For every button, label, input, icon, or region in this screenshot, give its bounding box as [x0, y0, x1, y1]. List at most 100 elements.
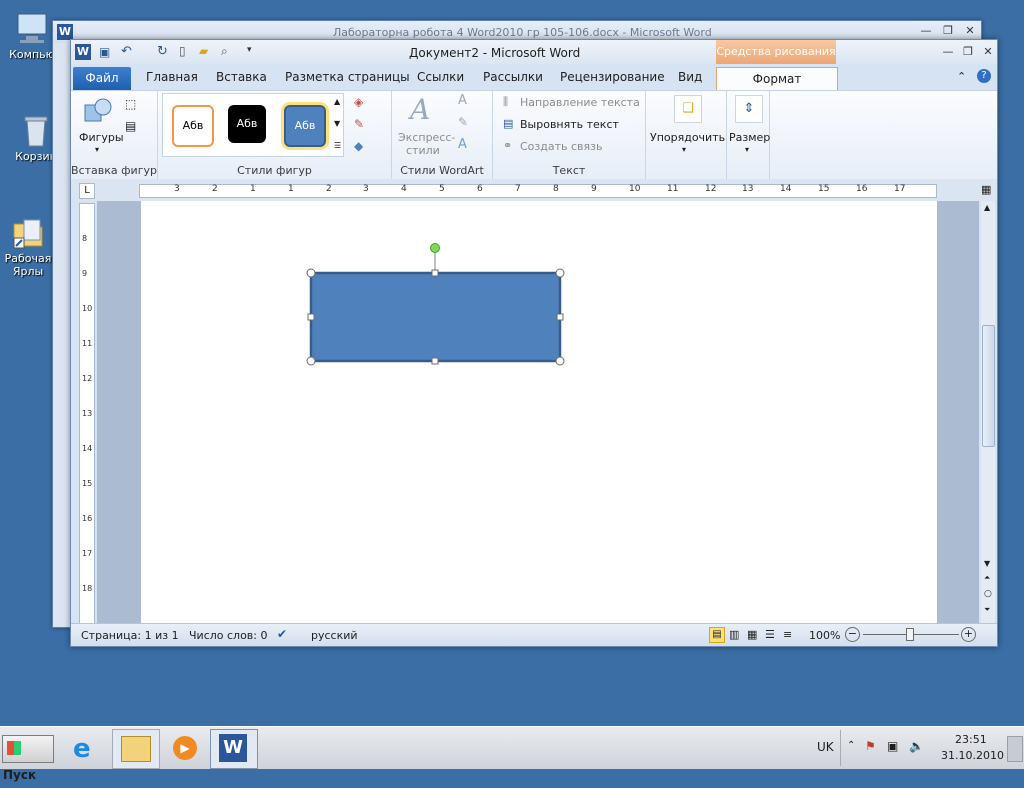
open-folder-icon[interactable]: ▰: [199, 44, 208, 58]
rectangle-shape[interactable]: [309, 271, 562, 363]
gallery-scroll-down-icon[interactable]: ▼: [334, 119, 340, 128]
minimize-button[interactable]: —: [915, 23, 937, 39]
text-direction-button[interactable]: Направление текста: [520, 96, 640, 109]
action-center-icon[interactable]: ⚑: [865, 739, 876, 753]
ruler-tick-label: 12: [82, 374, 93, 383]
tab-insert[interactable]: Вставка: [216, 70, 267, 84]
tab-view[interactable]: Вид: [678, 70, 702, 84]
print-layout-view-icon[interactable]: ▤: [709, 627, 725, 643]
shape-style-blue-selected[interactable]: Абв: [284, 105, 326, 147]
word-window[interactable]: W ▣ ↶ ↻ ▯ ▰ ⌕ ▾ Документ2 - Microsoft Wo…: [70, 39, 998, 647]
start-button[interactable]: Пуск: [2, 735, 54, 782]
print-preview-icon[interactable]: ⌕: [221, 44, 228, 59]
shape-fill-icon[interactable]: ◈: [354, 95, 363, 109]
previous-page-icon[interactable]: ⏶: [984, 573, 990, 583]
restore-button[interactable]: ❐: [937, 23, 959, 39]
resize-handle[interactable]: [307, 313, 315, 321]
tab-format[interactable]: Формат: [716, 67, 838, 91]
ruler-tick-label: 7: [515, 184, 521, 194]
quick-access-dropdown-icon[interactable]: ▾: [247, 45, 252, 55]
rotate-handle[interactable]: [430, 243, 440, 253]
volume-icon[interactable]: 🔈: [909, 739, 924, 753]
shape-outline-icon[interactable]: ✎: [354, 117, 364, 131]
scroll-down-icon[interactable]: ▼: [984, 559, 990, 568]
text-fill-icon[interactable]: A: [458, 93, 467, 108]
edit-shape-icon[interactable]: ⬚: [125, 97, 136, 111]
resize-handle[interactable]: [306, 268, 316, 278]
page-count[interactable]: Страница: 1 из 1: [81, 629, 179, 642]
vertical-scrollbar[interactable]: ▲ ▼ ⏶ ○ ⏷: [981, 201, 995, 623]
tab-page-layout[interactable]: Разметка страницы: [285, 70, 410, 84]
titlebar[interactable]: W ▣ ↶ ↻ ▯ ▰ ⌕ ▾ Документ2 - Microsoft Wo…: [71, 40, 997, 64]
shapes-button[interactable]: Фигуры: [79, 131, 124, 144]
text-effects-icon[interactable]: A: [458, 137, 467, 152]
size-button[interactable]: Размер: [729, 131, 770, 144]
group-label: Вставка фигур: [71, 164, 157, 177]
zoom-level[interactable]: 100%: [809, 629, 840, 642]
zoom-in-icon[interactable]: +: [961, 627, 976, 642]
scroll-thumb[interactable]: [982, 325, 995, 447]
shape-style-black[interactable]: Абв: [228, 105, 266, 143]
gallery-scroll-up-icon[interactable]: ▲: [334, 97, 340, 106]
gallery-more-icon[interactable]: ☰: [334, 141, 341, 150]
tab-home[interactable]: Главная: [146, 70, 198, 84]
help-icon[interactable]: ?: [977, 69, 991, 83]
start-label: Пуск: [3, 768, 37, 782]
web-layout-icon[interactable]: ▦: [747, 628, 757, 641]
close-button[interactable]: ✕: [959, 23, 981, 39]
resize-handle[interactable]: [431, 269, 439, 277]
resize-handle[interactable]: [306, 356, 316, 366]
tab-mailings[interactable]: Рассылки: [483, 70, 543, 84]
language[interactable]: русский: [311, 629, 358, 642]
proofing-icon[interactable]: ✔: [277, 627, 287, 641]
express-styles-button[interactable]: Экспресс-: [398, 131, 455, 144]
create-link-button[interactable]: Создать связь: [520, 140, 602, 153]
resize-handle[interactable]: [555, 268, 565, 278]
close-button[interactable]: ✕: [977, 44, 999, 60]
input-language[interactable]: UK: [817, 740, 834, 754]
shape-style-orange-outline[interactable]: Абв: [172, 105, 214, 147]
vertical-ruler[interactable]: 8 9 10 11 12 13 14 15 16 17 18: [79, 203, 95, 625]
redo-icon[interactable]: ↻: [157, 44, 168, 59]
browse-object-icon[interactable]: ○: [984, 589, 992, 599]
view-ruler-icon[interactable]: ▦: [981, 183, 991, 196]
align-text-button[interactable]: Выровнять текст: [520, 118, 619, 131]
outline-view-icon[interactable]: ☰: [765, 628, 775, 641]
tab-file[interactable]: Файл: [73, 67, 131, 90]
document-page[interactable]: [141, 201, 937, 623]
word-count[interactable]: Число слов: 0: [189, 629, 268, 642]
zoom-out-icon[interactable]: −: [845, 627, 860, 642]
arrange-button[interactable]: Упорядочить: [650, 131, 725, 144]
taskbar-word[interactable]: W: [210, 729, 258, 769]
tab-references[interactable]: Ссылки: [417, 70, 464, 84]
text-outline-icon[interactable]: ✎: [458, 115, 468, 129]
restore-button[interactable]: ❐: [957, 44, 979, 60]
show-desktop-button[interactable]: [1007, 736, 1023, 762]
save-icon[interactable]: ▣: [99, 45, 110, 59]
shape-effects-icon[interactable]: ◆: [354, 139, 363, 153]
taskbar-media-player[interactable]: ▶: [162, 729, 210, 769]
taskbar-explorer[interactable]: [112, 729, 160, 769]
horizontal-ruler[interactable]: 3 2 1 1 2 3 4 5 6 7 8 9 10 11 12 13 14 15 16 17: [139, 184, 937, 198]
resize-handle[interactable]: [556, 313, 564, 321]
minimize-button[interactable]: —: [937, 44, 959, 60]
tab-selector-icon[interactable]: L: [79, 183, 95, 199]
tab-review[interactable]: Рецензирование: [560, 70, 665, 84]
full-screen-reading-icon[interactable]: ▥: [729, 628, 739, 641]
resize-handle[interactable]: [431, 357, 439, 365]
scroll-up-icon[interactable]: ▲: [984, 203, 990, 212]
zoom-slider-thumb[interactable]: [906, 628, 914, 641]
desktop-icon-shortcut-folder[interactable]: Рабочая Ярлы: [0, 214, 60, 278]
draft-view-icon[interactable]: ≡: [783, 628, 792, 641]
clock-date[interactable]: 31.10.2010: [941, 749, 1004, 762]
next-page-icon[interactable]: ⏷: [984, 605, 990, 615]
show-hidden-icons-icon[interactable]: ⌃: [847, 740, 855, 751]
text-box-icon[interactable]: ▤: [125, 119, 136, 133]
clock-time[interactable]: 23:51: [955, 733, 987, 746]
collapse-ribbon-icon[interactable]: ⌃: [957, 70, 966, 83]
resize-handle[interactable]: [555, 356, 565, 366]
network-icon[interactable]: ▣: [887, 739, 898, 753]
taskbar-internet-explorer[interactable]: e: [64, 729, 112, 769]
undo-icon[interactable]: ↶: [121, 44, 132, 59]
new-document-icon[interactable]: ▯: [179, 44, 186, 58]
